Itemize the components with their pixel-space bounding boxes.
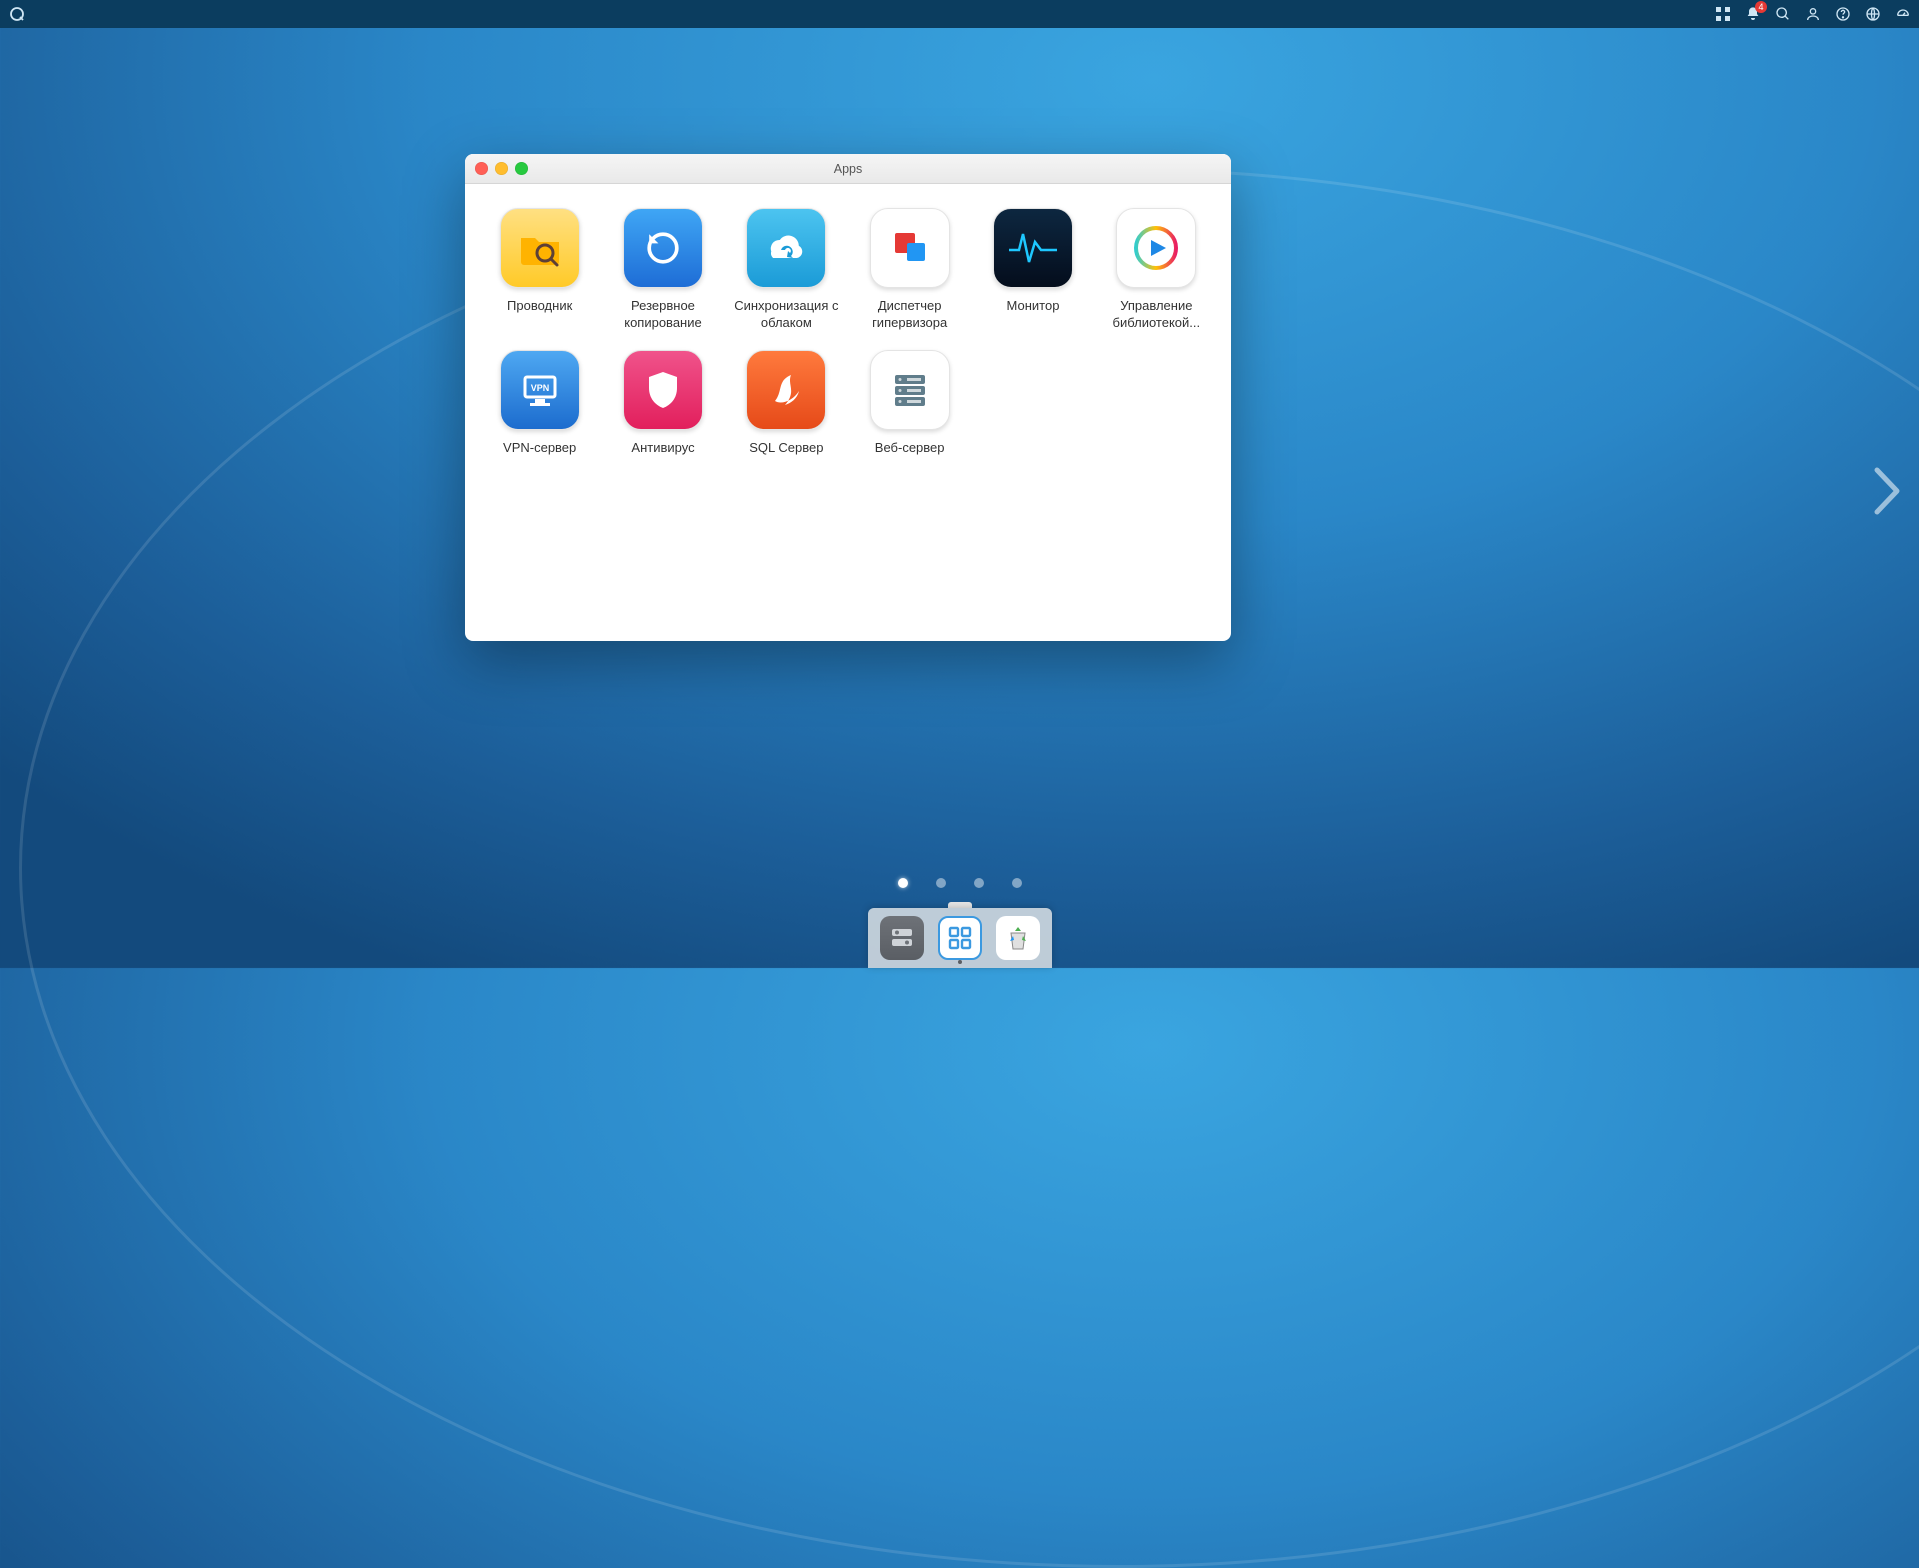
app-vpn-server[interactable]: VPN VPN-сервер — [483, 350, 596, 457]
menubar: 4 — [0, 0, 1919, 28]
monitor-icon — [993, 208, 1073, 288]
app-label: Антивирус — [631, 440, 694, 457]
restore-icon — [623, 208, 703, 288]
page-dot-1[interactable] — [898, 878, 908, 888]
notifications-icon[interactable]: 4 — [1745, 6, 1761, 22]
cloud-sync-icon — [746, 208, 826, 288]
user-icon[interactable] — [1805, 6, 1821, 22]
page-dot-2[interactable] — [936, 878, 946, 888]
window-minimize-button[interactable] — [495, 162, 508, 175]
page-dot-4[interactable] — [1012, 878, 1022, 888]
dock-control-panel[interactable] — [880, 916, 924, 960]
play-icon — [1116, 208, 1196, 288]
app-label: SQL Сервер — [749, 440, 823, 457]
app-monitor[interactable]: Монитор — [976, 208, 1089, 332]
shield-icon — [623, 350, 703, 430]
hypervisor-icon — [870, 208, 950, 288]
app-sql-server[interactable]: SQL Сервер — [730, 350, 843, 457]
app-file-explorer[interactable]: Проводник — [483, 208, 596, 332]
app-label: Управление библиотекой... — [1100, 298, 1212, 332]
dock — [868, 902, 1052, 968]
vpn-icon: VPN — [500, 350, 580, 430]
app-label: Синхронизация с облаком — [730, 298, 842, 332]
svg-text:VPN: VPN — [530, 383, 549, 393]
app-label: Резервное копирование — [607, 298, 719, 332]
dashboard-icon[interactable] — [1895, 6, 1911, 22]
folder-search-icon — [500, 208, 580, 288]
window-title: Apps — [465, 162, 1231, 176]
app-library-management[interactable]: Управление библиотекой... — [1100, 208, 1213, 332]
app-antivirus[interactable]: Антивирус — [606, 350, 719, 457]
help-icon[interactable] — [1835, 6, 1851, 22]
window-titlebar[interactable]: Apps — [465, 154, 1231, 184]
app-label: VPN-сервер — [503, 440, 576, 457]
server-rack-icon — [870, 350, 950, 430]
globe-icon[interactable] — [1865, 6, 1881, 22]
app-label: Проводник — [507, 298, 572, 315]
logo-icon[interactable] — [8, 5, 26, 23]
apps-window: Apps Проводник Резервное копирование — [465, 154, 1231, 641]
dock-apps[interactable] — [938, 916, 982, 960]
sql-icon — [746, 350, 826, 430]
app-cloud-sync[interactable]: Синхронизация с облаком — [730, 208, 843, 332]
app-label: Веб-сервер — [875, 440, 945, 457]
app-web-server[interactable]: Веб-сервер — [853, 350, 966, 457]
page-indicator — [898, 878, 1022, 888]
notification-badge: 4 — [1755, 1, 1767, 13]
app-label: Диспетчер гипервизора — [854, 298, 966, 332]
apps-grid-icon[interactable] — [1715, 6, 1731, 22]
next-page-arrow[interactable] — [1871, 464, 1905, 523]
window-maximize-button[interactable] — [515, 162, 528, 175]
apps-grid: Проводник Резервное копирование Синхрони… — [465, 184, 1231, 481]
app-hypervisor[interactable]: Диспетчер гипервизора — [853, 208, 966, 332]
window-close-button[interactable] — [475, 162, 488, 175]
dock-recycle-bin[interactable] — [996, 916, 1040, 960]
app-backup[interactable]: Резервное копирование — [606, 208, 719, 332]
search-icon[interactable] — [1775, 6, 1791, 22]
page-dot-3[interactable] — [974, 878, 984, 888]
app-label: Монитор — [1007, 298, 1060, 315]
